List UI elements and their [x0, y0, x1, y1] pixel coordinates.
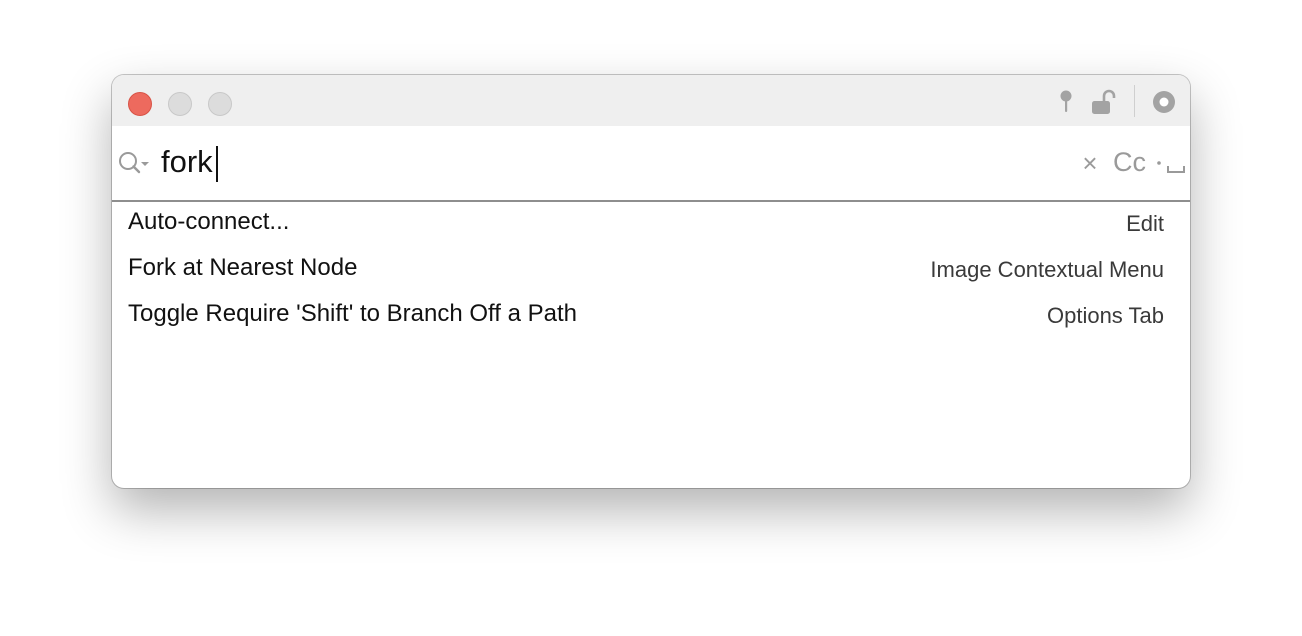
pin-icon[interactable]: [1056, 89, 1076, 115]
zoom-button[interactable]: [208, 92, 232, 116]
unlock-icon[interactable]: [1090, 89, 1118, 115]
result-row[interactable]: Toggle Require 'Shift' to Branch Off a P…: [112, 294, 1190, 340]
result-label: Auto-connect...: [128, 208, 290, 235]
result-row[interactable]: Fork at Nearest Node Image Contextual Me…: [112, 248, 1190, 294]
search-bar: × Cc: [112, 126, 1190, 202]
text-caret: [216, 146, 218, 182]
whitespace-icon[interactable]: [1156, 152, 1186, 176]
close-button[interactable]: [128, 92, 152, 116]
results-list: Auto-connect... Edit Fork at Nearest Nod…: [112, 202, 1190, 340]
result-label: Fork at Nearest Node: [128, 254, 358, 281]
search-icon[interactable]: [116, 150, 152, 176]
result-category: Edit: [1126, 211, 1164, 236]
clear-icon[interactable]: ×: [1078, 150, 1102, 176]
result-row[interactable]: Auto-connect... Edit: [112, 202, 1190, 248]
titlebar-separator: [1134, 85, 1135, 117]
result-label: Toggle Require 'Shift' to Branch Off a P…: [128, 300, 577, 327]
result-category: Options Tab: [1046, 303, 1164, 328]
command-palette-window: × Cc Auto-connect... Edit Fork at Neares…: [112, 75, 1190, 488]
title-bar: [112, 75, 1190, 126]
match-case-toggle[interactable]: Cc: [1113, 146, 1146, 178]
result-category: Image Contextual Menu: [930, 257, 1164, 282]
options-icon[interactable]: [1151, 89, 1177, 115]
minimize-button[interactable]: [168, 92, 192, 116]
search-input[interactable]: [161, 142, 1041, 182]
